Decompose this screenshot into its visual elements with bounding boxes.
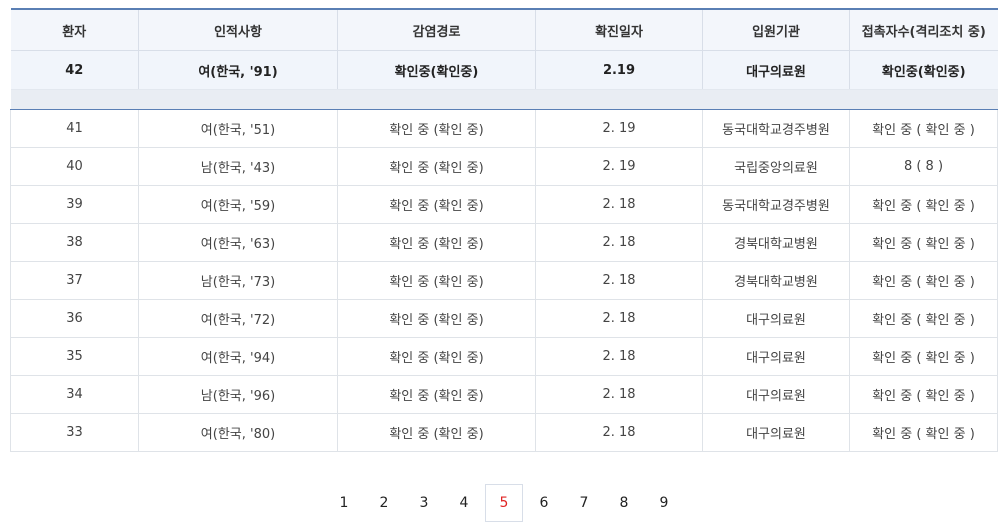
table-row: 33 여(한국, '80) 확인 중 (확인 중) 2. 18 대구의료원 확인 중 ( … (10, 413, 998, 452)
cell-contacts: 확인 중 ( 확인 중 ) (849, 261, 998, 300)
cell-patient: 34 (10, 375, 139, 414)
cell-confirmed-date: 2. 19 (535, 109, 703, 148)
spacer-row (10, 89, 998, 110)
page-link-3[interactable]: 3 (405, 484, 443, 522)
header-hospital: 입원기관 (702, 8, 850, 51)
page-link-2[interactable]: 2 (365, 484, 403, 522)
cell-patient: 35 (10, 337, 139, 376)
cell-hospital: 대구의료원 (702, 50, 850, 90)
spacer-cell (10, 89, 998, 110)
header-contacts: 접촉자수(격리조치 중) (849, 8, 998, 51)
cell-infection-route: 확인 중 (확인 중) (337, 261, 536, 300)
cell-hospital: 경북대학교병원 (702, 261, 850, 300)
cell-infection-route: 확인 중 (확인 중) (337, 147, 536, 186)
cell-hospital: 경북대학교병원 (702, 223, 850, 262)
cell-confirmed-date: 2. 18 (535, 413, 703, 452)
highlight-row: 42 여(한국, '91) 확인중(확인중) 2.19 대구의료원 확인중(확인… (10, 50, 998, 90)
header-patient: 환자 (10, 8, 139, 51)
cell-confirmed-date: 2. 18 (535, 223, 703, 262)
header-infection-route: 감염경로 (337, 8, 536, 51)
table-row: 37 남(한국, '73) 확인 중 (확인 중) 2. 18 경북대학교병원 확인 중 … (10, 261, 998, 300)
cell-infection-route: 확인 중 (확인 중) (337, 185, 536, 224)
page-link-6[interactable]: 6 (525, 484, 563, 522)
cell-confirmed-date: 2. 19 (535, 147, 703, 186)
cell-infection-route: 확인 중 (확인 중) (337, 299, 536, 338)
cell-confirmed-date: 2. 18 (535, 337, 703, 376)
cell-confirmed-date: 2. 18 (535, 375, 703, 414)
cell-confirmed-date: 2. 18 (535, 185, 703, 224)
cell-hospital: 대구의료원 (702, 299, 850, 338)
page-link-4[interactable]: 4 (445, 484, 483, 522)
cell-patient: 33 (10, 413, 139, 452)
cell-hospital: 대구의료원 (702, 375, 850, 414)
cell-personal-info: 남(한국, '96) (138, 375, 338, 414)
cell-patient: 40 (10, 147, 139, 186)
cell-infection-route: 확인 중 (확인 중) (337, 413, 536, 452)
cell-patient: 37 (10, 261, 139, 300)
cell-patient: 41 (10, 109, 139, 148)
cell-confirmed-date: 2. 18 (535, 261, 703, 300)
table-row: 35 여(한국, '94) 확인 중 (확인 중) 2. 18 대구의료원 확인 중 ( … (10, 337, 998, 376)
cell-confirmed-date: 2. 18 (535, 299, 703, 338)
cell-confirmed-date: 2.19 (535, 50, 703, 90)
patient-table-container: 환자 인적사항 감염경로 확진일자 입원기관 접촉자수(격리조치 중) 42 여… (10, 8, 998, 452)
cell-contacts: 확인 중 ( 확인 중 ) (849, 375, 998, 414)
table-row: 38 여(한국, '63) 확인 중 (확인 중) 2. 18 경북대학교병원 확인 중 … (10, 223, 998, 262)
cell-contacts: 8 ( 8 ) (849, 147, 998, 186)
cell-hospital: 대구의료원 (702, 337, 850, 376)
table-row: 36 여(한국, '72) 확인 중 (확인 중) 2. 18 대구의료원 확인 중 ( … (10, 299, 998, 338)
header-confirmed-date: 확진일자 (535, 8, 703, 51)
cell-infection-route: 확인 중 (확인 중) (337, 109, 536, 148)
table-row: 39 여(한국, '59) 확인 중 (확인 중) 2. 18 동국대학교경주병원 확인 … (10, 185, 998, 224)
cell-contacts: 확인 중 ( 확인 중 ) (849, 223, 998, 262)
cell-hospital: 동국대학교경주병원 (702, 109, 850, 148)
cell-contacts: 확인 중 ( 확인 중 ) (849, 413, 998, 452)
cell-personal-info: 여(한국, '63) (138, 223, 338, 262)
cell-patient: 36 (10, 299, 139, 338)
cell-contacts: 확인 중 ( 확인 중 ) (849, 185, 998, 224)
header-personal-info: 인적사항 (138, 8, 338, 51)
cell-personal-info: 여(한국, '59) (138, 185, 338, 224)
cell-contacts: 확인 중 ( 확인 중 ) (849, 299, 998, 338)
cell-contacts: 확인 중 ( 확인 중 ) (849, 109, 998, 148)
table-row: 41 여(한국, '51) 확인 중 (확인 중) 2. 19 동국대학교경주병원 확인 … (10, 109, 998, 148)
cell-contacts: 확인중(확인중) (849, 50, 998, 90)
page-link-1[interactable]: 1 (325, 484, 363, 522)
cell-hospital: 국립중앙의료원 (702, 147, 850, 186)
cell-personal-info: 남(한국, '43) (138, 147, 338, 186)
cell-patient: 38 (10, 223, 139, 262)
page-link-5[interactable]: 5 (485, 484, 523, 522)
cell-patient: 42 (10, 50, 139, 90)
cell-contacts: 확인 중 ( 확인 중 ) (849, 337, 998, 376)
cell-personal-info: 여(한국, '80) (138, 413, 338, 452)
cell-personal-info: 남(한국, '73) (138, 261, 338, 300)
cell-personal-info: 여(한국, '91) (138, 50, 338, 90)
cell-hospital: 대구의료원 (702, 413, 850, 452)
patient-table: 환자 인적사항 감염경로 확진일자 입원기관 접촉자수(격리조치 중) 42 여… (10, 8, 998, 452)
cell-infection-route: 확인 중 (확인 중) (337, 375, 536, 414)
cell-personal-info: 여(한국, '72) (138, 299, 338, 338)
table-header-row: 환자 인적사항 감염경로 확진일자 입원기관 접촉자수(격리조치 중) (10, 8, 998, 51)
page-link-7[interactable]: 7 (565, 484, 603, 522)
cell-hospital: 동국대학교경주병원 (702, 185, 850, 224)
pagination: 123456789 (0, 484, 1008, 522)
cell-patient: 39 (10, 185, 139, 224)
cell-infection-route: 확인 중 (확인 중) (337, 337, 536, 376)
cell-infection-route: 확인 중 (확인 중) (337, 223, 536, 262)
cell-personal-info: 여(한국, '94) (138, 337, 338, 376)
cell-infection-route: 확인중(확인중) (337, 50, 536, 90)
page-link-9[interactable]: 9 (645, 484, 683, 522)
page-link-8[interactable]: 8 (605, 484, 643, 522)
table-row: 40 남(한국, '43) 확인 중 (확인 중) 2. 19 국립중앙의료원 8 ( 8… (10, 147, 998, 186)
cell-personal-info: 여(한국, '51) (138, 109, 338, 148)
table-row: 34 남(한국, '96) 확인 중 (확인 중) 2. 18 대구의료원 확인 중 ( … (10, 375, 998, 414)
